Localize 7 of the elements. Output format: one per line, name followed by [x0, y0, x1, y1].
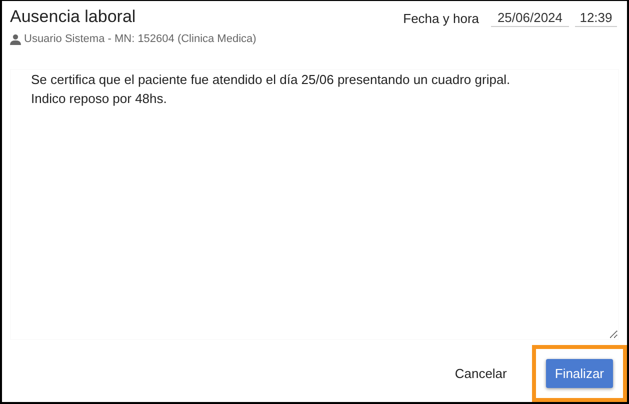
datetime-label: Fecha y hora	[403, 10, 479, 26]
note-field[interactable]: Se certifica que el paciente fue atendido el día 25/06 presentando un cuadro gripal. Indico reposo por 48hs.	[10, 69, 619, 340]
dialog-title: Ausencia laboral	[10, 7, 137, 27]
finish-button[interactable]: Finalizar	[546, 358, 613, 388]
cancel-button[interactable]: Cancelar	[446, 358, 516, 388]
user-icon	[10, 34, 21, 44]
author-text: Usuario Sistema - MN: 152604 (Clinica Medica)	[24, 33, 256, 45]
